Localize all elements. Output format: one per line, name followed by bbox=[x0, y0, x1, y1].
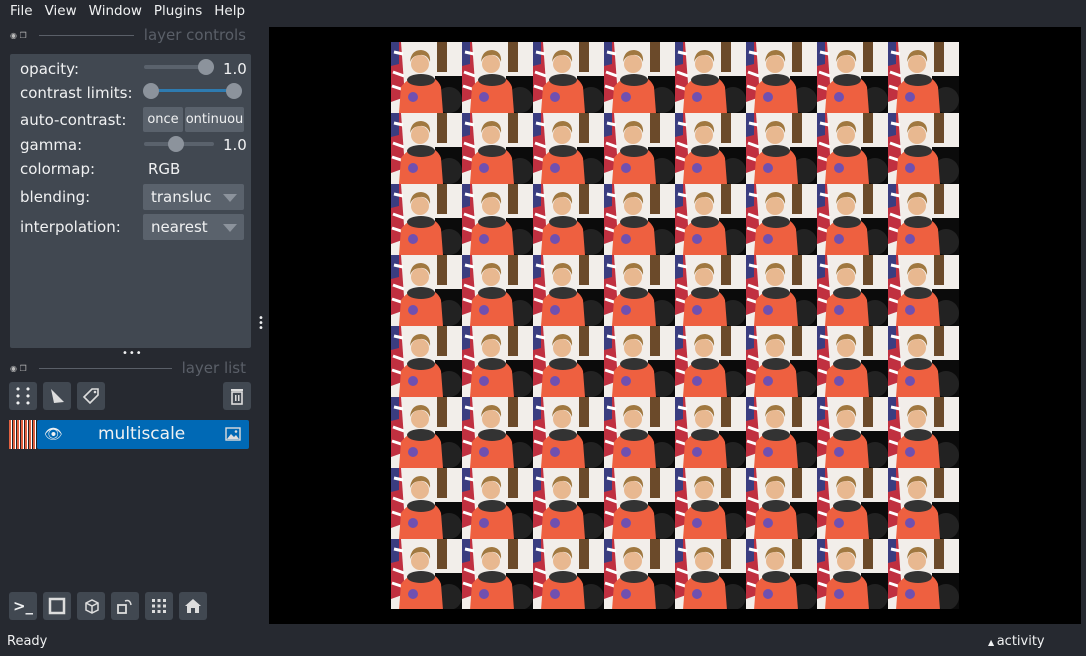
splitter-handle[interactable]: ••• bbox=[122, 348, 143, 359]
activity-label: activity bbox=[996, 634, 1045, 649]
roll-dims-button[interactable] bbox=[77, 592, 105, 620]
delete-layer-button[interactable] bbox=[223, 382, 251, 410]
float-icon[interactable]: ◉ ❐ bbox=[10, 31, 27, 40]
multiscale-image bbox=[391, 42, 959, 609]
grid-view-button[interactable] bbox=[145, 592, 173, 620]
shapes-icon bbox=[51, 389, 64, 403]
colormap-label: colormap: bbox=[20, 160, 96, 178]
contrast-limits-slider[interactable] bbox=[143, 83, 242, 99]
caret-up-icon: ▲ bbox=[988, 638, 997, 647]
menu-window[interactable]: Window bbox=[83, 0, 148, 24]
cube-rotate-icon bbox=[85, 599, 99, 614]
gamma-label: gamma: bbox=[20, 136, 83, 154]
home-button[interactable] bbox=[179, 592, 207, 620]
blending-label: blending: bbox=[20, 188, 91, 206]
square-icon bbox=[48, 597, 66, 615]
layer-thumbnail bbox=[9, 420, 37, 449]
menu-help[interactable]: Help bbox=[208, 0, 251, 24]
terminal-icon: >_ bbox=[12, 597, 34, 615]
menu-plugins[interactable]: Plugins bbox=[148, 0, 208, 24]
grid-icon bbox=[152, 599, 166, 613]
points-icon: • • • • • • bbox=[14, 382, 32, 410]
auto-contrast-label: auto-contrast: bbox=[20, 111, 127, 129]
once-button[interactable]: once bbox=[143, 107, 183, 132]
eye-icon[interactable]: 👁 bbox=[44, 425, 63, 443]
colormap-value: RGB bbox=[148, 160, 181, 178]
new-shapes-layer-button[interactable] bbox=[43, 382, 71, 410]
viewer-canvas[interactable] bbox=[269, 27, 1081, 624]
interpolation-dropdown[interactable]: nearest bbox=[143, 214, 244, 240]
layer-name: multiscale bbox=[98, 424, 186, 444]
layer-list-header: ◉ ❐ layer list bbox=[10, 359, 246, 377]
gamma-value: 1.0 bbox=[223, 136, 247, 154]
contrast-limits-label: contrast limits: bbox=[20, 84, 133, 102]
float-icon[interactable]: ◉ ❐ bbox=[10, 364, 27, 373]
chevron-down-icon bbox=[223, 224, 237, 232]
new-points-layer-button[interactable]: • • • • • • bbox=[9, 382, 37, 410]
menu-bar: File View Window Plugins Help bbox=[0, 0, 1086, 24]
transpose-button[interactable] bbox=[111, 592, 139, 620]
layer-controls-header: ◉ ❐ layer controls bbox=[10, 26, 246, 44]
gamma-slider[interactable] bbox=[144, 136, 214, 152]
layer-list-title: layer list bbox=[181, 359, 246, 377]
menu-view[interactable]: View bbox=[39, 0, 83, 24]
tag-icon bbox=[82, 388, 99, 405]
blending-dropdown[interactable]: transluc bbox=[143, 184, 244, 210]
opacity-label: opacity: bbox=[20, 60, 80, 78]
status-text: Ready bbox=[7, 634, 48, 649]
console-button[interactable]: >_ bbox=[9, 592, 37, 620]
interpolation-label: interpolation: bbox=[20, 218, 121, 236]
opacity-value: 1.0 bbox=[223, 60, 247, 78]
chevron-down-icon bbox=[223, 194, 237, 202]
layer-item-multiscale[interactable]: 👁 multiscale bbox=[37, 420, 249, 449]
home-icon bbox=[185, 599, 201, 613]
dock-splitter-handle[interactable]: • • • bbox=[258, 314, 264, 334]
ndisplay-button[interactable] bbox=[43, 592, 71, 620]
menu-file[interactable]: File bbox=[4, 0, 39, 24]
layer-controls-title: layer controls bbox=[143, 26, 246, 44]
transpose-icon bbox=[117, 599, 132, 614]
layer-controls-panel: opacity: 1.0 contrast limits: auto-contr… bbox=[10, 54, 251, 348]
activity-button[interactable]: ▲ activity bbox=[988, 634, 1045, 649]
trash-icon bbox=[231, 389, 243, 405]
continuous-button[interactable]: ontinuou bbox=[185, 107, 244, 132]
new-labels-layer-button[interactable] bbox=[77, 382, 105, 410]
image-icon bbox=[225, 427, 241, 441]
opacity-slider[interactable] bbox=[144, 59, 214, 75]
